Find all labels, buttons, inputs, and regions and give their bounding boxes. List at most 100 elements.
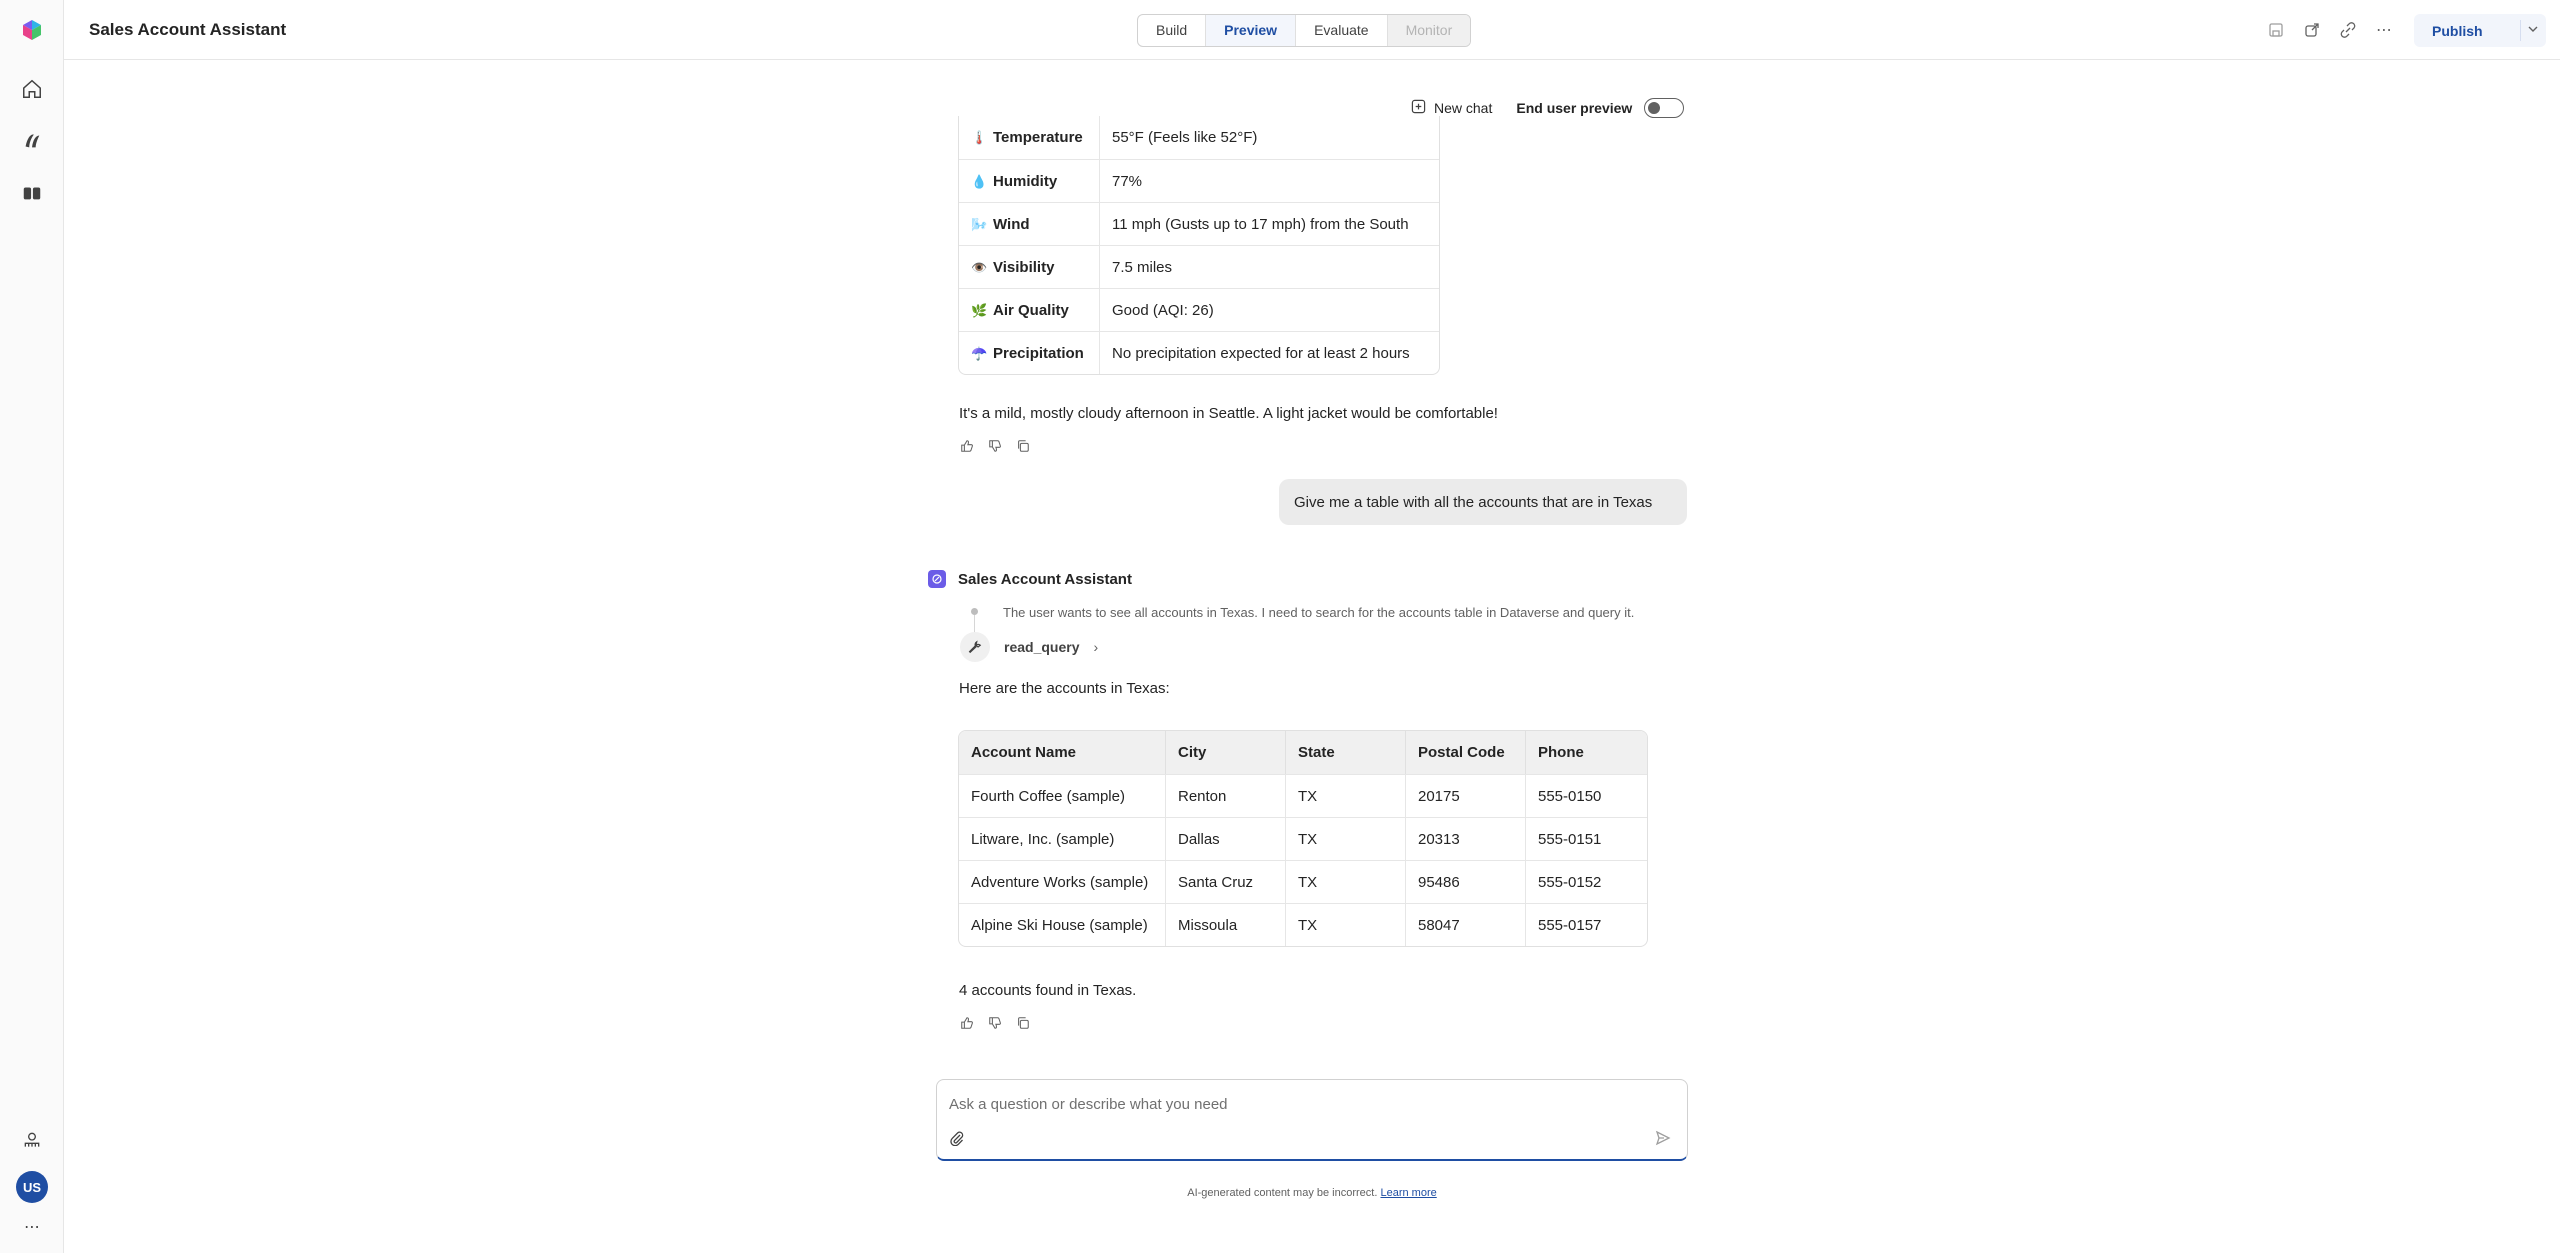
bot-avatar-icon xyxy=(928,570,946,588)
feedback-row xyxy=(959,1015,1031,1031)
copy-icon[interactable] xyxy=(1015,1015,1031,1031)
wrench-icon xyxy=(960,632,990,662)
cell-state: TX xyxy=(1286,774,1406,817)
thermometer-icon: 🌡️ xyxy=(971,130,988,145)
cell-postal-code: 20175 xyxy=(1406,774,1526,817)
tab-preview[interactable]: Preview xyxy=(1206,15,1297,46)
feedback-row xyxy=(959,438,1031,454)
header-actions: ⋯ xyxy=(2264,18,2396,42)
cell-phone: 555-0151 xyxy=(1526,817,1647,860)
table-row: Alpine Ski House (sample) Missoula TX 58… xyxy=(959,903,1647,946)
share-icon[interactable] xyxy=(2300,18,2324,42)
cell-city: Missoula xyxy=(1166,903,1286,946)
weather-label: Humidity xyxy=(993,172,1058,190)
weather-value: Good (AQI: 26) xyxy=(1100,288,1439,331)
chevron-down-icon[interactable] xyxy=(2526,22,2540,39)
end-user-preview: End user preview xyxy=(1516,98,1685,118)
left-rail: US ⋯ xyxy=(0,0,64,1253)
weather-value: 7.5 miles xyxy=(1100,245,1439,288)
message-composer xyxy=(936,1079,1688,1161)
bot-intro: Here are the accounts in Texas: xyxy=(959,680,1170,697)
thumbs-down-icon[interactable] xyxy=(987,1015,1003,1031)
chevron-right-icon: › xyxy=(1093,639,1099,655)
learn-more-link[interactable]: Learn more xyxy=(1380,1187,1436,1199)
tab-build[interactable]: Build xyxy=(1138,15,1207,46)
ai-disclaimer: AI-generated content may be incorrect. L… xyxy=(0,1187,2560,1199)
droplet-icon: 💧 xyxy=(971,173,988,189)
agents-icon[interactable] xyxy=(16,125,48,157)
weather-label: Visibility xyxy=(993,258,1055,276)
tab-monitor: Monitor xyxy=(1387,15,1471,46)
table-row: 💧 Humidity 77% xyxy=(959,159,1439,202)
thumbs-up-icon[interactable] xyxy=(959,438,975,454)
cell-city: Santa Cruz xyxy=(1166,860,1286,903)
cell-account-name: Adventure Works (sample) xyxy=(959,860,1166,903)
eye-icon: 👁️ xyxy=(971,259,988,275)
table-header-row: Account Name City State Postal Code Phon… xyxy=(959,731,1647,774)
cell-state: TX xyxy=(1286,817,1406,860)
cell-postal-code: 95486 xyxy=(1406,860,1526,903)
page-title: Sales Account Assistant xyxy=(89,20,287,39)
bot-name: Sales Account Assistant xyxy=(958,570,1132,588)
accounts-table: Account Name City State Postal Code Phon… xyxy=(958,730,1648,947)
copy-icon[interactable] xyxy=(1015,438,1031,454)
weather-summary: It's a mild, mostly cloudy afternoon in … xyxy=(959,405,1498,422)
cell-postal-code: 20313 xyxy=(1406,817,1526,860)
top-header: Sales Account Assistant Build Preview Ev… xyxy=(64,0,2560,60)
weather-value: 11 mph (Gusts up to 17 mph) from the Sou… xyxy=(1100,202,1439,245)
cell-postal-code: 58047 xyxy=(1406,903,1526,946)
cell-account-name: Alpine Ski House (sample) xyxy=(959,903,1166,946)
tool-name: read_query xyxy=(1004,639,1080,655)
weather-label: Air Quality xyxy=(993,301,1069,319)
herb-icon: 🌿 xyxy=(971,302,988,318)
table-row: ☂️ Precipitation No precipitation expecte… xyxy=(959,331,1439,374)
send-icon[interactable] xyxy=(1653,1128,1673,1148)
thumbs-up-icon[interactable] xyxy=(959,1015,975,1031)
cell-phone: 555-0152 xyxy=(1526,860,1647,903)
thought-dot xyxy=(971,608,978,615)
table-row: 🌿 Air Quality Good (AQI: 26) xyxy=(959,288,1439,331)
library-icon[interactable] xyxy=(16,177,48,209)
more-icon[interactable]: ⋯ xyxy=(16,1211,48,1243)
weather-table: 🌡️ Temperature 55°F (Feels like 52°F) 💧 Hu… xyxy=(958,116,1440,375)
disclaimer-text: AI-generated content may be incorrect. xyxy=(1187,1187,1378,1199)
col-postal-code: Postal Code xyxy=(1406,731,1526,774)
cell-account-name: Fourth Coffee (sample) xyxy=(959,774,1166,817)
publish-label: Publish xyxy=(2432,22,2483,39)
cell-state: TX xyxy=(1286,860,1406,903)
attach-icon[interactable] xyxy=(947,1128,967,1148)
save-icon[interactable] xyxy=(2264,18,2288,42)
table-row: 🌡️ Temperature 55°F (Feels like 52°F) xyxy=(959,116,1439,159)
weather-value: 77% xyxy=(1100,159,1439,202)
tab-evaluate[interactable]: Evaluate xyxy=(1296,15,1388,46)
message-input[interactable] xyxy=(949,1092,1649,1116)
end-user-preview-toggle[interactable] xyxy=(1644,98,1685,118)
weather-value: 55°F (Feels like 52°F) xyxy=(1112,129,1258,146)
tool-call-row[interactable]: read_query › xyxy=(960,632,1098,662)
table-row: Litware, Inc. (sample) Dallas TX 20313 5… xyxy=(959,817,1647,860)
new-chat-button[interactable]: New chat xyxy=(1411,99,1492,117)
reasoning-text: The user wants to see all accounts in Te… xyxy=(1003,605,1635,620)
home-icon[interactable] xyxy=(16,73,48,105)
app-logo-icon[interactable] xyxy=(16,14,48,46)
end-user-preview-label: End user preview xyxy=(1516,100,1633,116)
user-message-text: Give me a table with all the accounts th… xyxy=(1294,493,1653,511)
col-phone: Phone xyxy=(1526,731,1647,774)
publish-button[interactable]: Publish xyxy=(2414,14,2546,47)
thumbs-down-icon[interactable] xyxy=(987,438,1003,454)
col-state: State xyxy=(1286,731,1406,774)
copy-link-icon[interactable] xyxy=(2336,18,2360,42)
weather-label: Temperature xyxy=(993,129,1083,146)
weather-label: Wind xyxy=(993,215,1030,233)
col-city: City xyxy=(1166,731,1286,774)
more-options-icon[interactable]: ⋯ xyxy=(2372,18,2396,42)
new-chat-label: New chat xyxy=(1434,100,1493,116)
table-row: 🌬️ Wind 11 mph (Gusts up to 17 mph) from … xyxy=(959,202,1439,245)
cell-account-name: Litware, Inc. (sample) xyxy=(959,817,1166,860)
cell-phone: 555-0157 xyxy=(1526,903,1647,946)
user-message-bubble: Give me a table with all the accounts th… xyxy=(1279,479,1687,525)
cell-state: TX xyxy=(1286,903,1406,946)
bot-header: Sales Account Assistant xyxy=(928,570,1132,588)
environment-icon[interactable] xyxy=(16,1124,48,1156)
weather-value: No precipitation expected for at least 2… xyxy=(1100,331,1439,374)
